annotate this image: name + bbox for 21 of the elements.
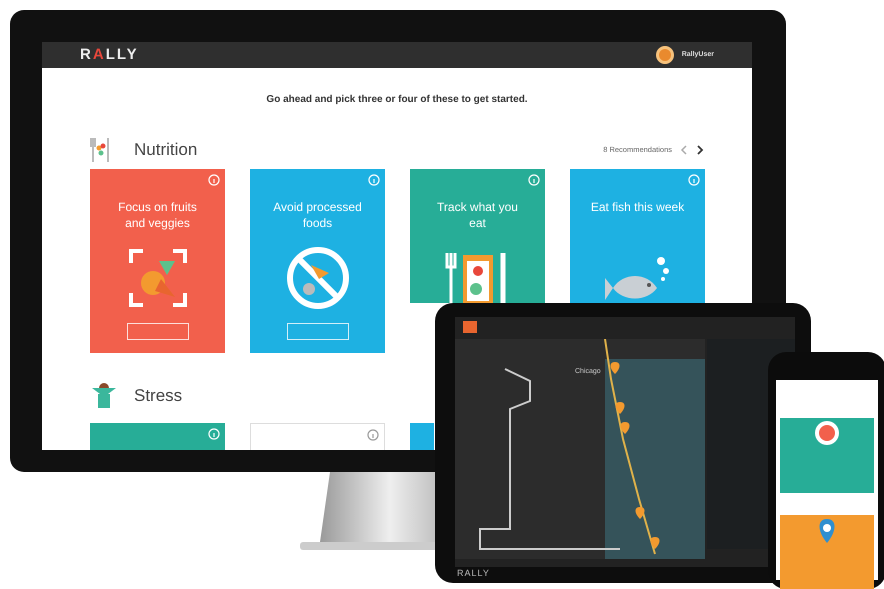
phone-card[interactable]: [780, 418, 874, 493]
card-button[interactable]: [126, 323, 188, 340]
recommendation-card[interactable]: Eat fish this week: [570, 169, 705, 303]
card-title: Avoid processed foods: [272, 199, 363, 232]
section-title: Stress: [134, 385, 182, 408]
plate-icon: [812, 418, 842, 448]
instruction-text: Go ahead and pick three or four of these to get started.: [265, 93, 529, 107]
recommendation-card[interactable]: Focus on fruits and veggies: [90, 169, 225, 353]
card-title: Eat fish this week: [590, 199, 685, 216]
card-title: Focus on fruits and veggies: [117, 199, 198, 232]
avatar-icon[interactable]: [656, 46, 674, 64]
logo: RALLY: [457, 569, 490, 578]
section-title: Nutrition: [134, 139, 198, 162]
logo: RALLY: [80, 44, 139, 65]
person-icon: [90, 382, 118, 410]
phone-card[interactable]: [780, 515, 874, 589]
card-title: Track what you eat: [436, 199, 519, 232]
recommendation-card[interactable]: Avoid processed foods: [250, 169, 385, 353]
recommendation-card[interactable]: Track what you eat: [410, 169, 545, 303]
card-button[interactable]: [286, 323, 348, 340]
info-icon[interactable]: [367, 429, 379, 441]
